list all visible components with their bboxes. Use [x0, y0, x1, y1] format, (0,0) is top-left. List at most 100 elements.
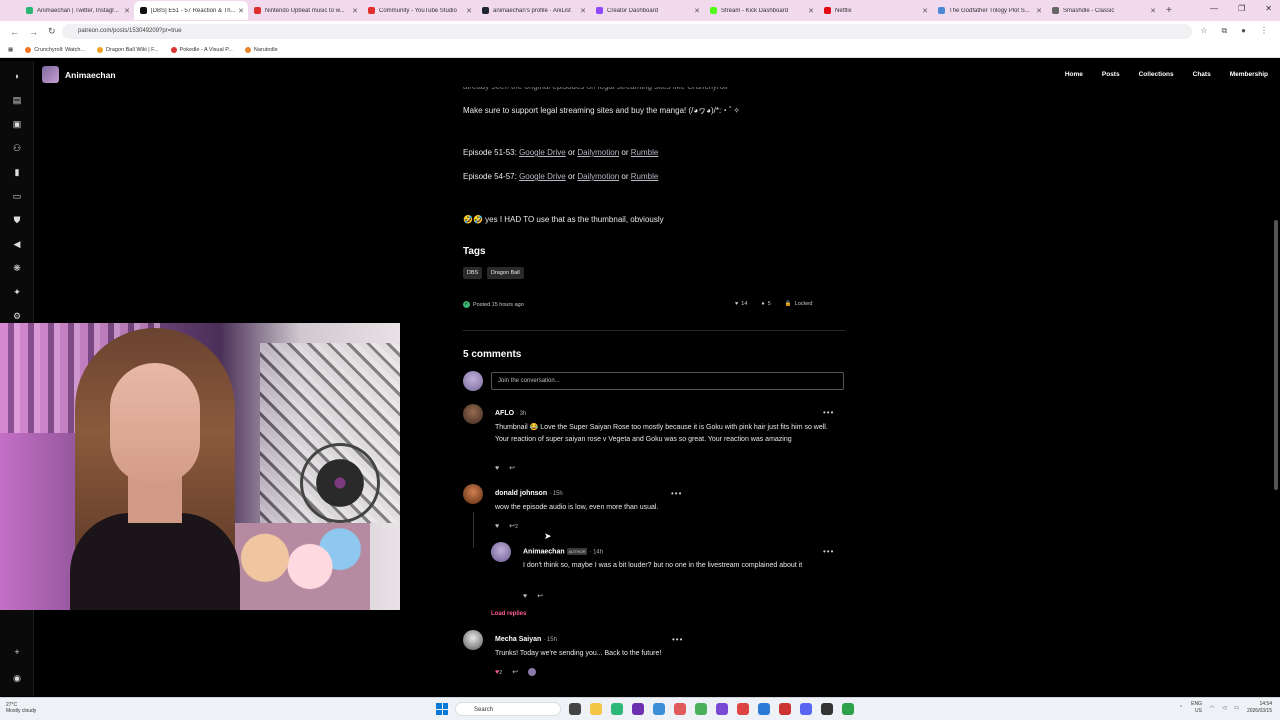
nav-membership[interactable]: Membership [1230, 71, 1268, 78]
minimize-icon[interactable]: — [1210, 4, 1218, 13]
shield-icon[interactable]: ⛊ [12, 215, 22, 225]
google-drive-link[interactable]: Google Drive [519, 172, 566, 181]
nav-collections[interactable]: Collections [1139, 71, 1174, 78]
bookmark-item[interactable]: Narutodle [244, 46, 278, 53]
heart-icon[interactable]: ♥ [495, 523, 499, 530]
extensions-icon[interactable]: ⧉ [1221, 26, 1227, 36]
reply-icon[interactable]: ↩ [512, 668, 518, 676]
menu-icon[interactable]: ⋮ [1260, 26, 1268, 36]
comment-author[interactable]: donald johnson · 15h [495, 490, 563, 497]
join-conversation-input[interactable]: Join the conversation... [491, 372, 844, 390]
heart-icon[interactable]: ♥2 [495, 669, 502, 676]
windows-start-icon[interactable] [436, 703, 448, 715]
tab-close-icon[interactable]: ✕ [580, 7, 586, 15]
tab-close-icon[interactable]: ✕ [466, 7, 472, 15]
tag-dbs[interactable]: DBS [463, 267, 483, 279]
community-icon[interactable]: ❋ [12, 263, 22, 273]
taskbar-search[interactable]: Search [455, 702, 561, 716]
new-tab-icon[interactable]: + [1166, 5, 1172, 16]
creator-name[interactable]: Animaechan [65, 70, 116, 80]
browser-tab[interactable]: Creator Dashboard ✕ [590, 1, 704, 20]
avatar[interactable] [463, 404, 483, 424]
avatar[interactable] [463, 630, 483, 650]
comment-stat[interactable]: ● 5 [761, 301, 770, 307]
task-view-icon[interactable] [569, 703, 581, 715]
more-options-icon[interactable]: ••• [823, 408, 834, 417]
browser-tab[interactable]: Animaechan | Twitter, Instagr... ✕ [20, 1, 134, 20]
battery-icon[interactable]: ▭ [1234, 705, 1239, 711]
browser-tab[interactable]: The Godfather Trilogy Plot S... ✕ [932, 1, 1046, 20]
bookmark-item[interactable]: Pokedle - A Visual P... [170, 46, 233, 53]
reply-icon[interactable]: ↩ [509, 464, 515, 472]
nav-posts[interactable]: Posts [1102, 71, 1120, 78]
url-field[interactable]: patreon.com/posts/153049209?pr=true [62, 24, 1192, 39]
chrome-icon[interactable] [758, 703, 770, 715]
close-window-icon[interactable]: ✕ [1265, 4, 1272, 13]
comment-author[interactable]: Animaechan AUTHOR · 14h [523, 548, 603, 555]
posts-icon[interactable]: ▣ [12, 119, 22, 129]
browser-tab[interactable]: Smashdle - Classic ✕ [1046, 1, 1160, 20]
reply-icon[interactable]: ↩2 [509, 522, 518, 530]
tab-close-icon[interactable]: ✕ [124, 7, 130, 15]
app-icon[interactable] [779, 703, 791, 715]
app-icon[interactable] [716, 703, 728, 715]
rumble-link[interactable]: Rumble [631, 148, 659, 157]
app-icon[interactable] [842, 703, 854, 715]
reply-icon[interactable]: ↩ [537, 592, 543, 600]
browser-tab[interactable]: Netflix ✕ [818, 1, 932, 20]
maximize-icon[interactable]: ❐ [1238, 4, 1245, 13]
file-explorer-icon[interactable] [590, 703, 602, 715]
audience-icon[interactable]: ⚇ [12, 143, 22, 153]
language-indicator[interactable]: ENG US [1191, 701, 1202, 715]
app-icon[interactable] [695, 703, 707, 715]
comment-author[interactable]: Mecha Saiyan · 15h [495, 636, 557, 643]
forward-icon[interactable]: → [29, 27, 38, 37]
tray-chevron-icon[interactable]: ⌃ [1179, 705, 1183, 711]
load-replies-button[interactable]: Load replies [491, 611, 526, 617]
more-options-icon[interactable]: ••• [823, 547, 834, 556]
browser-tab[interactable]: Nintendo Upbeat music to w... ✕ [248, 1, 362, 20]
create-icon[interactable]: + [12, 647, 22, 657]
promote-icon[interactable]: ✦ [12, 287, 22, 297]
profile-icon[interactable]: ● [1241, 26, 1246, 36]
comment-author[interactable]: AFLO · 3h [495, 410, 526, 417]
more-options-icon[interactable]: ••• [672, 635, 683, 644]
tab-close-icon[interactable]: ✕ [1150, 7, 1156, 15]
app-icon[interactable] [674, 703, 686, 715]
tab-close-icon[interactable]: ✕ [922, 7, 928, 15]
apps-icon[interactable]: ▦ [8, 47, 13, 53]
tab-close-icon[interactable]: ✕ [238, 7, 244, 15]
dailymotion-link[interactable]: Dailymotion [577, 148, 619, 157]
avatar[interactable] [491, 542, 511, 562]
feed-icon[interactable]: ▤ [12, 95, 22, 105]
page-scrollbar[interactable] [1274, 220, 1278, 490]
patreon-logo-icon[interactable]: ◗ [12, 71, 22, 81]
avatar[interactable] [463, 484, 483, 504]
tab-close-icon[interactable]: ✕ [1036, 7, 1042, 15]
app-icon[interactable] [632, 703, 644, 715]
app-icon[interactable] [611, 703, 623, 715]
app-icon[interactable] [737, 703, 749, 715]
insights-icon[interactable]: ▮ [12, 167, 22, 177]
back-icon[interactable]: ← [10, 27, 19, 37]
browser-tab[interactable]: Stream - Kick Dashboard ✕ [704, 1, 818, 20]
bookmark-item[interactable]: Dragon Ball Wiki | F... [97, 46, 159, 53]
like-stat[interactable]: ♥ 14 [735, 301, 747, 307]
browser-tab[interactable]: [DBS] E51 - 57 Reaction & Th... ✕ [134, 1, 248, 20]
volume-icon[interactable]: ◁ [1222, 705, 1226, 711]
settings-icon[interactable]: ⚙ [12, 311, 22, 321]
tag-dragon-ball[interactable]: Dragon Ball [487, 267, 524, 279]
discord-icon[interactable] [800, 703, 812, 715]
browser-tab[interactable]: Community - YouTube Studio ✕ [362, 1, 476, 20]
rumble-link[interactable]: Rumble [631, 172, 659, 181]
nav-chats[interactable]: Chats [1193, 71, 1211, 78]
reload-icon[interactable]: ↻ [48, 26, 56, 37]
more-options-icon[interactable]: ••• [671, 489, 682, 498]
google-drive-link[interactable]: Google Drive [519, 148, 566, 157]
nav-home[interactable]: Home [1065, 71, 1083, 78]
heart-icon[interactable]: ♥ [495, 465, 499, 472]
heart-icon[interactable]: ♥ [523, 593, 527, 600]
bookmark-star-icon[interactable]: ☆ [1200, 26, 1207, 36]
dailymotion-link[interactable]: Dailymotion [577, 172, 619, 181]
clock[interactable]: 14:54 2026/03/15 [1247, 701, 1272, 715]
